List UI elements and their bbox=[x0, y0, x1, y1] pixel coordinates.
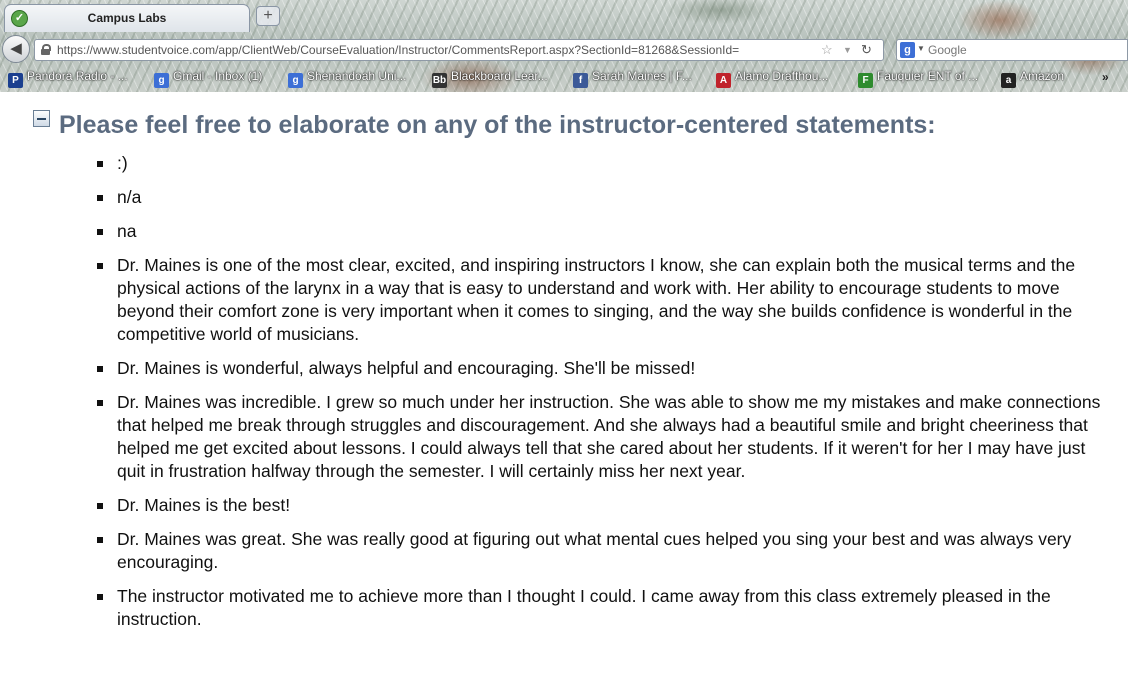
comments-report: Please feel free to elaborate on any of … bbox=[0, 92, 1128, 681]
comment-item: Dr. Maines is wonderful, always helpful … bbox=[0, 357, 1125, 380]
bookmark-item[interactable]: f Sarah Maines | F... bbox=[573, 69, 692, 88]
comment-text: na bbox=[117, 221, 137, 241]
comment-item: na bbox=[0, 220, 1125, 243]
navigation-bar: ◀ https://www.studentvoice.com/app/Clien… bbox=[0, 34, 1128, 64]
amazon-icon: a bbox=[1001, 73, 1016, 88]
facebook-icon: f bbox=[573, 73, 588, 88]
bookmark-label: Sarah Maines | F... bbox=[592, 69, 692, 83]
search-engine-dropdown-icon[interactable]: ▼ bbox=[917, 44, 925, 53]
tab-title: Campus Labs bbox=[87, 11, 167, 25]
history-dropdown-icon[interactable]: ▼ bbox=[843, 45, 852, 55]
reload-icon[interactable]: ↻ bbox=[861, 42, 872, 58]
bookmark-label: Fauquier ENT of ... bbox=[877, 69, 979, 83]
more-bookmarks-button[interactable]: » bbox=[1102, 70, 1109, 84]
comment-item: :) bbox=[0, 152, 1125, 175]
new-tab-button[interactable]: + bbox=[256, 6, 280, 26]
bullet-icon bbox=[97, 594, 103, 600]
google-search-icon[interactable]: g bbox=[900, 42, 915, 58]
browser-tab[interactable]: ✓ Campus Labs bbox=[4, 4, 250, 32]
comment-item: Dr. Maines was incredible. I grew so muc… bbox=[0, 391, 1125, 483]
comment-item: Dr. Maines was great. She was really goo… bbox=[0, 528, 1125, 574]
comment-text: The instructor motivated me to achieve m… bbox=[117, 586, 1051, 629]
alamo-icon: A bbox=[716, 73, 731, 88]
bookmark-item[interactable]: g Gmail - Inbox (1) bbox=[154, 69, 263, 88]
collapse-icon[interactable] bbox=[33, 110, 50, 127]
url-text[interactable]: https://www.studentvoice.com/app/ClientW… bbox=[57, 43, 817, 57]
comment-text: Dr. Maines was incredible. I grew so muc… bbox=[117, 392, 1101, 481]
comment-item: Dr. Maines is the best! bbox=[0, 494, 1125, 517]
lock-icon bbox=[41, 44, 51, 55]
bookmark-star-icon[interactable]: ☆ bbox=[821, 42, 833, 58]
pandora-icon: P bbox=[8, 73, 23, 88]
section-heading: Please feel free to elaborate on any of … bbox=[59, 111, 936, 139]
bookmark-item[interactable]: a Amazon bbox=[1001, 69, 1065, 88]
comment-text: n/a bbox=[117, 187, 142, 207]
comment-item: n/a bbox=[0, 186, 1125, 209]
bookmark-item[interactable]: g Shenandoah Uni... bbox=[288, 69, 407, 88]
comment-item: The instructor motivated me to achieve m… bbox=[0, 585, 1125, 631]
bookmark-label: Gmail - Inbox (1) bbox=[173, 69, 263, 83]
bookmark-label: Pandora Radio - ... bbox=[27, 69, 128, 83]
comment-item: Dr. Maines is one of the most clear, exc… bbox=[0, 254, 1125, 346]
comment-text: Dr. Maines is one of the most clear, exc… bbox=[117, 255, 1076, 344]
comment-text: Dr. Maines was great. She was really goo… bbox=[117, 529, 1072, 572]
fauquier-icon: F bbox=[858, 73, 873, 88]
search-placeholder[interactable]: Google bbox=[928, 43, 967, 57]
bookmark-item[interactable]: F Fauquier ENT of ... bbox=[858, 69, 979, 88]
browser-chrome: ✓ Campus Labs + ◀ https://www.studentvoi… bbox=[0, 0, 1128, 92]
bookmark-item[interactable]: P Pandora Radio - ... bbox=[8, 69, 128, 88]
bullet-icon bbox=[97, 503, 103, 509]
blackboard-icon: Bb bbox=[432, 73, 447, 88]
bullet-icon bbox=[97, 366, 103, 372]
bookmarks-toolbar: P Pandora Radio - ... g Gmail - Inbox (1) g S… bbox=[0, 66, 1128, 90]
bookmark-label: Amazon bbox=[1020, 69, 1065, 83]
bookmark-item[interactable]: Bb Blackboard Lear... bbox=[432, 69, 548, 88]
google-icon: g bbox=[288, 73, 303, 88]
comment-text: :) bbox=[117, 153, 128, 173]
comment-text: Dr. Maines is the best! bbox=[117, 495, 291, 515]
bullet-icon bbox=[97, 161, 103, 167]
bookmark-label: Shenandoah Uni... bbox=[307, 69, 407, 83]
bookmark-item[interactable]: A Alamo Drafthou... bbox=[716, 69, 829, 88]
back-button[interactable]: ◀ bbox=[2, 35, 30, 63]
bookmark-label: Alamo Drafthou... bbox=[735, 69, 829, 83]
bookmark-label: Blackboard Lear... bbox=[451, 69, 548, 83]
bullet-icon bbox=[97, 229, 103, 235]
bullet-icon bbox=[97, 195, 103, 201]
comment-text: Dr. Maines is wonderful, always helpful … bbox=[117, 358, 696, 378]
address-bar[interactable]: https://www.studentvoice.com/app/ClientW… bbox=[34, 39, 884, 61]
bullet-icon bbox=[97, 537, 103, 543]
bullet-icon bbox=[97, 263, 103, 269]
bullet-icon bbox=[97, 400, 103, 406]
google-icon: g bbox=[154, 73, 169, 88]
comments-list: :) n/a na Dr. Maines is one of the most cle… bbox=[0, 152, 1128, 642]
search-bar[interactable]: g ▼ Google bbox=[896, 39, 1128, 61]
back-arrow-icon: ◀ bbox=[10, 40, 22, 57]
